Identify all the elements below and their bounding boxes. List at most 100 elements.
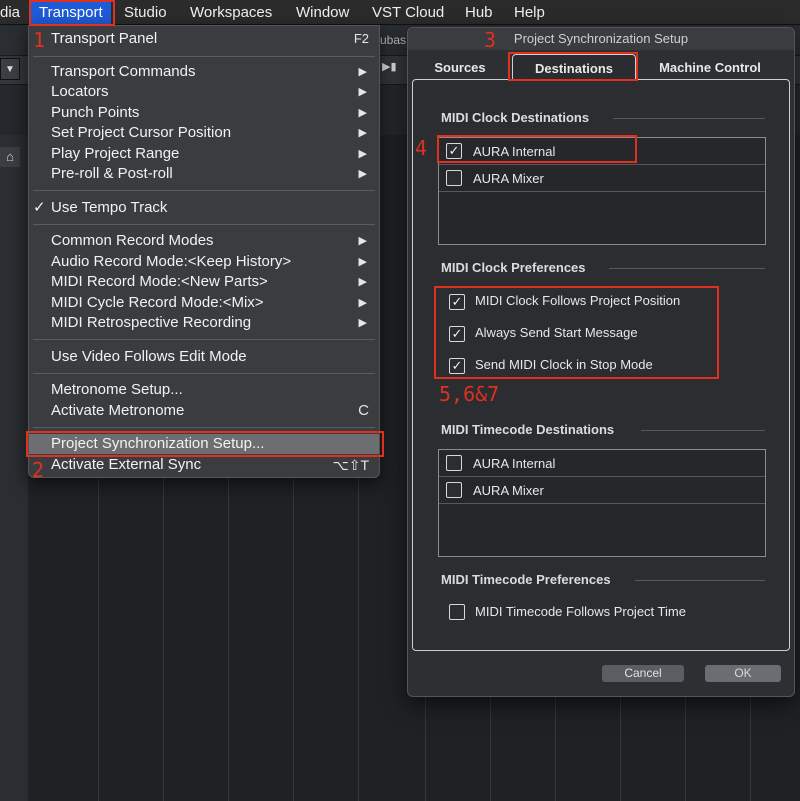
ok-button[interactable]: OK [705,665,781,682]
menu-item-label: Metronome Setup... [51,381,183,398]
menu-item-label: Activate Metronome [51,402,185,419]
menu-item-audio-record-mode[interactable]: Audio Record Mode:<Keep History> ▶ [29,252,379,272]
checkbox-aura-mixer[interactable] [446,170,462,186]
annotation-number: 3 [484,28,497,52]
home-icon[interactable]: ⌂ [0,147,20,167]
annotation-number: 1 [33,28,46,52]
menu-separator [33,190,375,191]
menu-vst-cloud[interactable]: VST Cloud [372,0,444,25]
submenu-arrow-icon: ▶ [358,276,367,288]
menu-item-activate-metronome[interactable]: Activate Metronome C [29,401,379,421]
menu-item-label: MIDI Cycle Record Mode:<Mix> [51,294,264,311]
submenu-arrow-icon: ▶ [358,297,367,309]
submenu-arrow-icon: ▶ [358,256,367,268]
menu-item-midi-cycle-record-mode[interactable]: MIDI Cycle Record Mode:<Mix> ▶ [29,293,379,313]
tab-machine-control[interactable]: Machine Control [648,56,772,80]
section-title-midi-clock-destinations: MIDI Clock Destinations [441,110,590,125]
menu-item-punch-points[interactable]: Punch Points ▶ [29,103,379,123]
track-header-column [0,135,28,801]
section-divider [641,430,765,431]
menu-item-transport-commands[interactable]: Transport Commands ▶ [29,62,379,82]
tab-sources[interactable]: Sources [422,56,498,80]
menu-item-label: Set Project Cursor Position [51,124,232,141]
menu-item-locators[interactable]: Locators ▶ [29,82,379,102]
menu-item-set-project-cursor-position[interactable]: Set Project Cursor Position ▶ [29,123,379,143]
menu-media[interactable]: dia [0,0,20,25]
annotation-box-destinations-tab [508,52,638,81]
menu-window[interactable]: Window [296,0,349,25]
menu-item-label: Punch Points [51,104,140,121]
menu-item-label: Locators [51,83,109,100]
chevron-down-icon[interactable]: ▼ [0,58,20,80]
submenu-arrow-icon: ▶ [358,235,367,247]
section-divider [613,118,765,119]
menu-item-shortcut: F2 [353,31,369,46]
list-item[interactable]: AURA Mixer [439,165,765,192]
menu-separator [33,427,375,428]
menu-item-activate-external-sync[interactable]: Activate External Sync ⌥⇧T [29,455,379,475]
list-item[interactable]: AURA Mixer [439,477,765,504]
menu-separator [33,56,375,57]
transport-menu: Transport Panel F2 Transport Commands ▶ … [28,25,380,478]
menu-item-label: Common Record Modes [51,232,214,249]
submenu-arrow-icon: ▶ [358,127,367,139]
submenu-arrow-icon: ▶ [358,66,367,78]
cancel-button[interactable]: Cancel [602,665,684,682]
submenu-arrow-icon: ▶ [358,148,367,160]
section-title-midi-timecode-preferences: MIDI Timecode Preferences [441,572,611,587]
annotation-number: 4 [415,136,428,160]
section-divider [635,580,765,581]
menu-item-label: Pre-roll & Post-roll [51,165,173,182]
menu-item-play-project-range[interactable]: Play Project Range ▶ [29,144,379,164]
annotation-box-sync-setup [26,431,384,457]
menu-item-midi-retrospective-recording[interactable]: MIDI Retrospective Recording ▶ [29,313,379,333]
menu-help[interactable]: Help [514,0,545,25]
section-divider [609,268,765,269]
app-window-title-fragment: ubas [380,33,407,47]
annotation-box-transport-menu [29,0,115,26]
list-item[interactable]: AURA Internal [439,450,765,477]
checkbox-midi-timecode-follows-project-time[interactable] [449,604,465,620]
menu-item-label: Transport Panel [51,30,158,47]
submenu-arrow-icon: ▶ [358,107,367,119]
menu-bar: dia Transport Studio Workspaces Window V… [0,0,800,25]
menu-item-common-record-modes[interactable]: Common Record Modes ▶ [29,231,379,251]
checkbox-aura-internal[interactable] [446,455,462,471]
menu-item-label: Transport Commands [51,63,196,80]
menu-studio[interactable]: Studio [124,0,167,25]
menu-separator [33,339,375,340]
menu-hub[interactable]: Hub [465,0,493,25]
submenu-arrow-icon: ▶ [358,317,367,329]
midi-timecode-destinations-list: AURA Internal AURA Mixer [438,449,766,557]
play-icon[interactable]: ▶▮ [382,60,406,76]
menu-item-metronome-setup[interactable]: Metronome Setup... [29,380,379,400]
menu-item-label: Activate External Sync [51,456,202,473]
menu-item-pre-roll-post-roll[interactable]: Pre-roll & Post-roll ▶ [29,164,379,184]
list-item-label: AURA Internal [473,456,556,471]
menu-item-label: MIDI Record Mode:<New Parts> [51,273,268,290]
annotation-box-aura-internal [437,135,637,163]
submenu-arrow-icon: ▶ [358,86,367,98]
submenu-arrow-icon: ▶ [358,168,367,180]
menu-item-transport-panel[interactable]: Transport Panel F2 [29,29,379,49]
menu-item-use-video-follows-edit-mode[interactable]: Use Video Follows Edit Mode [29,347,379,367]
annotation-number: 5,6&7 [439,382,500,406]
annotation-number: 2 [32,458,45,482]
checkbox-label[interactable]: MIDI Timecode Follows Project Time [475,604,686,619]
menu-item-label: MIDI Retrospective Recording [51,314,252,331]
checkbox-aura-mixer[interactable] [446,482,462,498]
menu-item-label: Use Tempo Track [51,199,168,216]
menu-item-label: Play Project Range [51,145,180,162]
menu-separator [33,224,375,225]
menu-separator [33,373,375,374]
list-item-label: AURA Mixer [473,171,544,186]
menu-item-label: Audio Record Mode:<Keep History> [51,253,292,270]
section-title-midi-timecode-destinations: MIDI Timecode Destinations [441,422,615,437]
annotation-box-clock-preferences [434,286,719,379]
menu-item-midi-record-mode[interactable]: MIDI Record Mode:<New Parts> ▶ [29,272,379,292]
menu-item-use-tempo-track[interactable]: ✓ Use Tempo Track [29,198,379,218]
section-title-midi-clock-preferences: MIDI Clock Preferences [441,260,586,275]
dialog-title: Project Synchronization Setup [408,28,794,50]
checkmark-icon: ✓ [33,199,46,216]
menu-workspaces[interactable]: Workspaces [190,0,272,25]
